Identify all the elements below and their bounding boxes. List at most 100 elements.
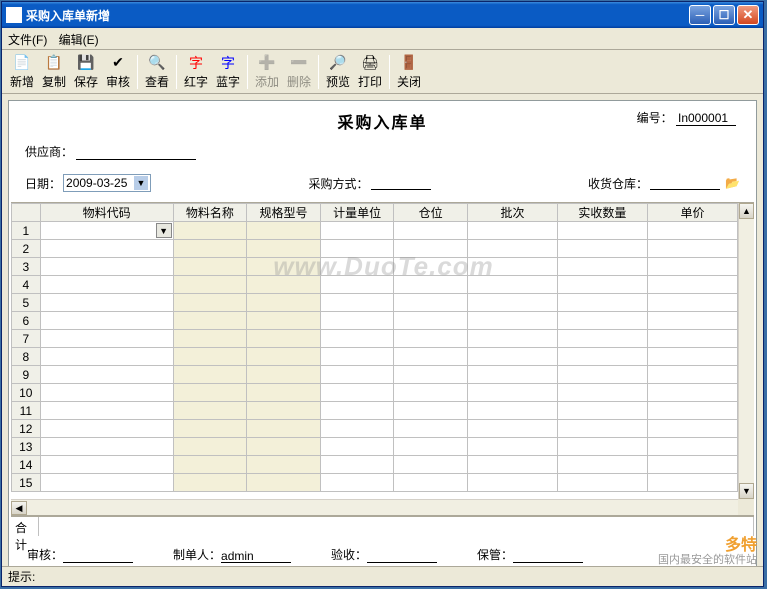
grid-cell[interactable] bbox=[40, 240, 173, 258]
inspect-value[interactable] bbox=[367, 549, 437, 563]
menu-edit[interactable]: 编辑(E) bbox=[59, 33, 99, 47]
preview-button[interactable]: 🔎预览 bbox=[322, 52, 354, 92]
grid-cell[interactable] bbox=[40, 312, 173, 330]
grid-cell[interactable] bbox=[320, 330, 394, 348]
grid-cell[interactable] bbox=[557, 294, 647, 312]
scroll-down-button[interactable]: ▼ bbox=[739, 483, 754, 499]
grid-cell[interactable] bbox=[557, 348, 647, 366]
grid-cell[interactable] bbox=[40, 438, 173, 456]
grid-cell[interactable] bbox=[247, 312, 321, 330]
horizontal-scrollbar[interactable]: ◀ bbox=[11, 499, 738, 515]
grid-cell[interactable] bbox=[467, 348, 557, 366]
table-row[interactable]: 8 bbox=[12, 348, 738, 366]
grid-cell[interactable] bbox=[320, 474, 394, 492]
grid-cell[interactable] bbox=[467, 456, 557, 474]
table-row[interactable]: 3 bbox=[12, 258, 738, 276]
minimize-button[interactable]: ─ bbox=[689, 5, 711, 25]
grid-cell[interactable] bbox=[467, 366, 557, 384]
grid-cell[interactable] bbox=[394, 348, 468, 366]
grid-cell[interactable] bbox=[173, 384, 247, 402]
table-row[interactable]: 14 bbox=[12, 456, 738, 474]
table-row[interactable]: 5 bbox=[12, 294, 738, 312]
col-batch[interactable]: 批次 bbox=[467, 204, 557, 222]
purchase-method-input[interactable] bbox=[371, 176, 431, 190]
grid-cell[interactable] bbox=[247, 222, 321, 240]
grid-cell[interactable] bbox=[320, 402, 394, 420]
grid-cell[interactable] bbox=[394, 312, 468, 330]
grid-cell[interactable] bbox=[173, 330, 247, 348]
grid-cell[interactable] bbox=[394, 330, 468, 348]
table-row[interactable]: 4 bbox=[12, 276, 738, 294]
copy-button[interactable]: 📋复制 bbox=[38, 52, 70, 92]
col-price[interactable]: 单价 bbox=[647, 204, 737, 222]
grid-cell[interactable] bbox=[40, 366, 173, 384]
grid-cell[interactable] bbox=[173, 402, 247, 420]
grid-cell[interactable] bbox=[40, 294, 173, 312]
view-button[interactable]: 🔍查看 bbox=[141, 52, 173, 92]
table-row[interactable]: 9 bbox=[12, 366, 738, 384]
audit-value[interactable] bbox=[63, 549, 133, 563]
grid-cell[interactable] bbox=[467, 402, 557, 420]
grid-cell[interactable] bbox=[40, 384, 173, 402]
grid-cell[interactable] bbox=[320, 384, 394, 402]
grid-cell[interactable] bbox=[40, 348, 173, 366]
grid-cell[interactable] bbox=[647, 276, 737, 294]
print-button[interactable]: 🖨打印 bbox=[354, 52, 386, 92]
grid-cell[interactable] bbox=[394, 258, 468, 276]
grid-cell[interactable] bbox=[467, 294, 557, 312]
grid-cell[interactable] bbox=[320, 240, 394, 258]
grid-cell[interactable] bbox=[647, 456, 737, 474]
grid-cell[interactable] bbox=[320, 438, 394, 456]
vertical-scrollbar[interactable]: ▲ ▼ bbox=[738, 203, 754, 499]
grid-cell[interactable] bbox=[647, 420, 737, 438]
grid-cell[interactable] bbox=[647, 222, 737, 240]
grid-cell[interactable] bbox=[320, 258, 394, 276]
grid-cell[interactable] bbox=[247, 456, 321, 474]
table-row[interactable]: 10 bbox=[12, 384, 738, 402]
grid-cell[interactable] bbox=[247, 402, 321, 420]
grid-cell[interactable] bbox=[467, 420, 557, 438]
grid-cell[interactable] bbox=[247, 474, 321, 492]
grid-cell[interactable] bbox=[40, 420, 173, 438]
grid-cell[interactable] bbox=[320, 294, 394, 312]
grid-cell[interactable] bbox=[173, 258, 247, 276]
grid-cell[interactable] bbox=[247, 330, 321, 348]
grid-cell[interactable] bbox=[173, 420, 247, 438]
col-material-code[interactable]: 物料代码 bbox=[40, 204, 173, 222]
table-row[interactable]: 13 bbox=[12, 438, 738, 456]
table-row[interactable]: 12 bbox=[12, 420, 738, 438]
grid-cell[interactable]: ▼ bbox=[40, 222, 173, 240]
grid-cell[interactable] bbox=[173, 456, 247, 474]
col-material-name[interactable]: 物料名称 bbox=[173, 204, 247, 222]
grid-cell[interactable] bbox=[173, 348, 247, 366]
grid-cell[interactable] bbox=[320, 276, 394, 294]
grid-cell[interactable] bbox=[647, 240, 737, 258]
grid-cell[interactable] bbox=[247, 420, 321, 438]
grid-cell[interactable] bbox=[467, 312, 557, 330]
grid-cell[interactable] bbox=[557, 474, 647, 492]
grid-cell[interactable] bbox=[557, 456, 647, 474]
grid-cell[interactable] bbox=[467, 222, 557, 240]
grid-cell[interactable] bbox=[467, 240, 557, 258]
delete-row-button[interactable]: ➖删除 bbox=[283, 52, 315, 92]
col-unit[interactable]: 计量单位 bbox=[320, 204, 394, 222]
add-row-button[interactable]: ➕添加 bbox=[251, 52, 283, 92]
col-location[interactable]: 仓位 bbox=[394, 204, 468, 222]
grid-cell[interactable] bbox=[247, 348, 321, 366]
grid-cell[interactable] bbox=[467, 384, 557, 402]
grid-cell[interactable] bbox=[320, 222, 394, 240]
grid-cell[interactable] bbox=[647, 258, 737, 276]
col-qty[interactable]: 实收数量 bbox=[557, 204, 647, 222]
grid-cell[interactable] bbox=[647, 384, 737, 402]
close-button[interactable]: ✕ bbox=[737, 5, 759, 25]
grid-cell[interactable] bbox=[40, 330, 173, 348]
grid-cell[interactable] bbox=[557, 402, 647, 420]
keeper-value[interactable] bbox=[513, 549, 583, 563]
grid-cell[interactable] bbox=[557, 240, 647, 258]
grid-cell[interactable] bbox=[557, 384, 647, 402]
audit-button[interactable]: ✔审核 bbox=[102, 52, 134, 92]
grid-cell[interactable] bbox=[557, 438, 647, 456]
grid-cell[interactable] bbox=[394, 222, 468, 240]
warehouse-input[interactable] bbox=[650, 176, 720, 190]
grid-cell[interactable] bbox=[320, 312, 394, 330]
